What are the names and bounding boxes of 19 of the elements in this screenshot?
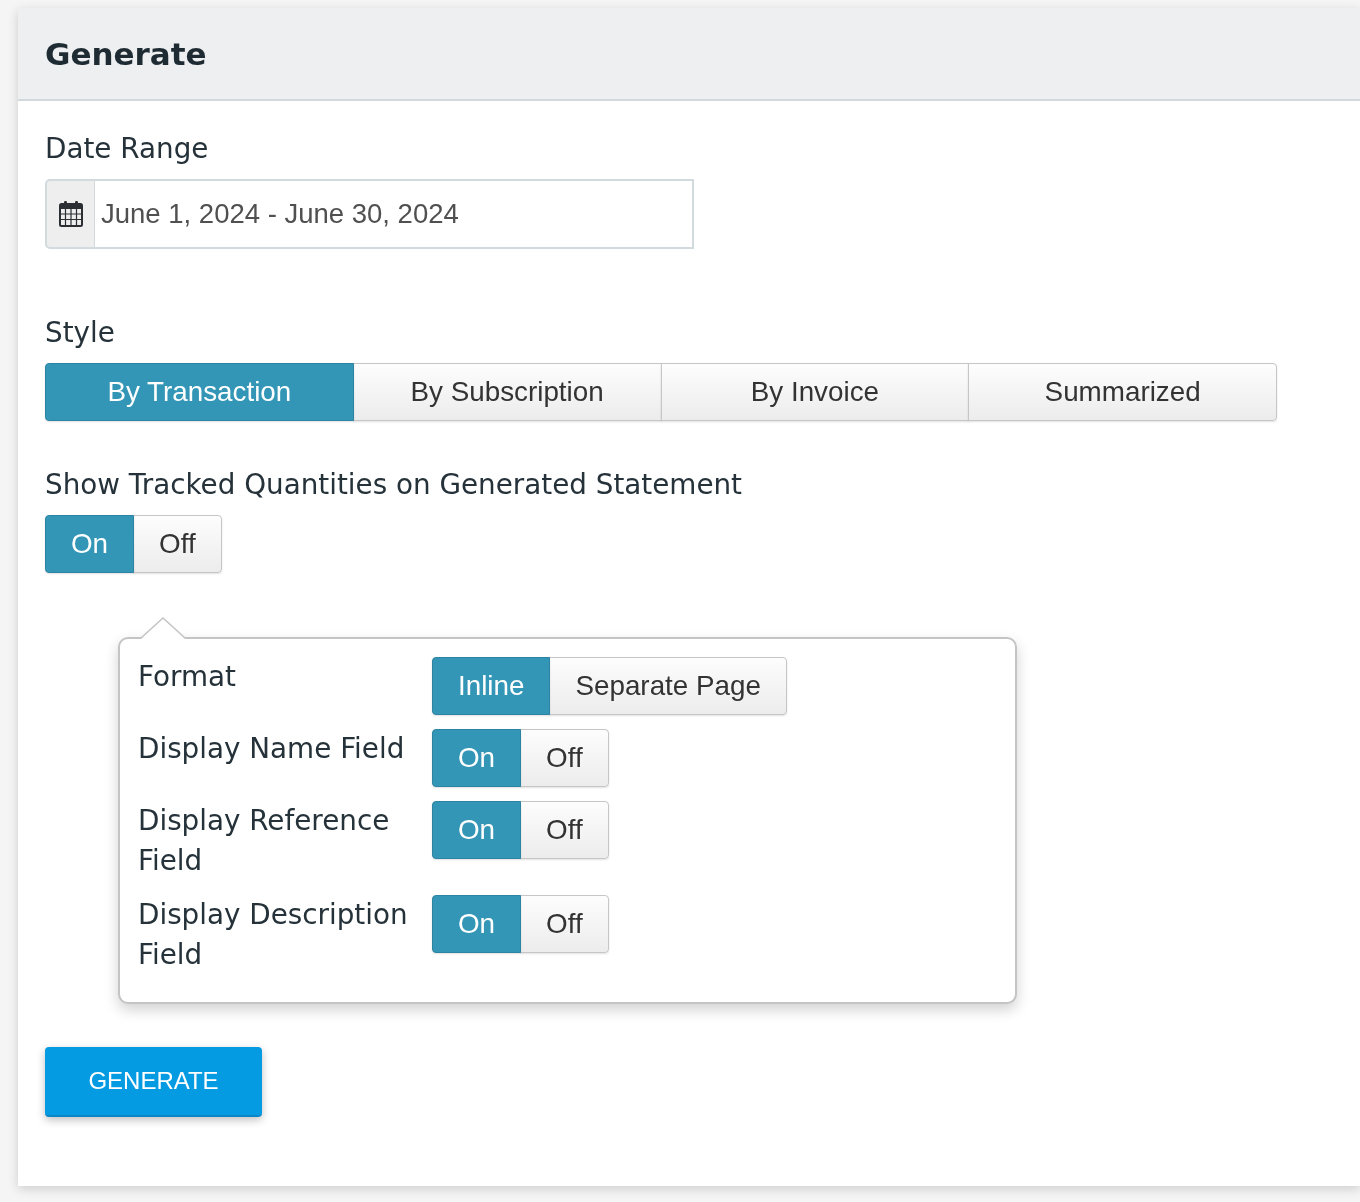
setting-label: Display Reference Field [138,803,391,879]
calendar-button[interactable] [45,179,95,249]
option-button[interactable]: Separate Page [549,657,787,715]
option-button[interactable]: By Invoice [660,363,970,421]
option-button[interactable]: Off [520,729,609,787]
option-button[interactable]: Off [133,515,222,573]
setting-label: Display Description Field [138,897,409,973]
calendar-icon [58,201,83,227]
option-button[interactable]: Off [520,895,609,953]
panel-title: Generate [45,34,207,73]
field-label: Date Range [45,133,209,165]
date-range-field[interactable]: June 1, 2024 - June 30, 2024 [95,179,694,249]
option-button[interactable]: Off [520,801,609,859]
field-label: Show Tracked Quantities on Generated Statement [45,469,742,501]
option-button[interactable]: Summarized [968,363,1277,421]
setting-label: Display Name Field [138,731,406,767]
setting-label: Format [138,659,237,695]
field-label: Style [45,317,115,349]
option-button[interactable]: By Subscription [352,363,662,421]
